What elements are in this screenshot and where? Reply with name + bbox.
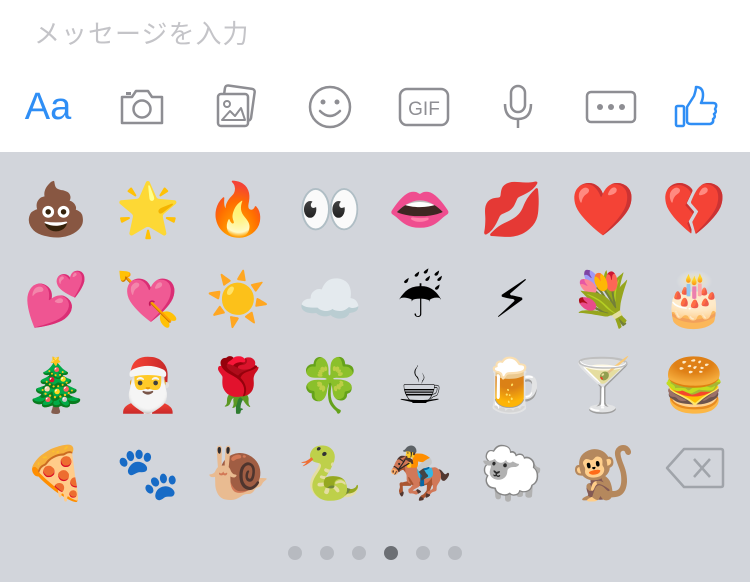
gif-button[interactable]: GIF xyxy=(394,80,454,134)
text-format-icon: Aa xyxy=(24,85,72,128)
emoji-key-eyes[interactable]: 👀 xyxy=(290,170,370,250)
emoji-keyboard: 💩 🌟 🔥 👀 👄 💋 ❤️ 💔 💕 💘 ☀️ ☁️ ☔ ⚡ 💐 🎂 🎄 🎅 🌹 🍀 ☕ 🍺 🍸 🍔 🍕 🐾 🐌 🐍 🏇 🐑 🐒 xyxy=(0,152,750,582)
emoji-key-mouth[interactable]: 👄 xyxy=(380,170,460,250)
message-input[interactable]: メッセージを入力 xyxy=(0,0,750,62)
emoji-key-cocktail-glass[interactable]: 🍸 xyxy=(563,346,643,426)
emoji-key-christmas-tree[interactable]: 🎄 xyxy=(16,346,96,426)
emoji-key-snake[interactable]: 🐍 xyxy=(290,434,370,514)
smiley-icon xyxy=(308,85,352,129)
emoji-key-glowing-star[interactable]: 🌟 xyxy=(108,170,188,250)
emoji-key-hamburger[interactable]: 🍔 xyxy=(654,346,734,426)
text-format-button[interactable]: Aa xyxy=(20,80,76,134)
photo-gallery-icon xyxy=(216,84,256,128)
camera-button[interactable] xyxy=(114,80,170,134)
composer-toolbar: Aa GIF xyxy=(0,62,750,152)
thumbs-up-icon xyxy=(674,85,718,128)
sticker-button[interactable] xyxy=(302,80,358,134)
emoji-key-rose[interactable]: 🌹 xyxy=(198,346,278,426)
page-dot[interactable] xyxy=(416,546,430,560)
emoji-key-snail[interactable]: 🐌 xyxy=(198,434,278,514)
gif-label: GIF xyxy=(408,99,440,120)
emoji-key-four-leaf-clover[interactable]: 🍀 xyxy=(290,346,370,426)
emoji-key-pile-of-poo[interactable]: 💩 xyxy=(16,170,96,250)
emoji-key-broken-heart[interactable]: 💔 xyxy=(654,170,734,250)
emoji-key-hot-beverage[interactable]: ☕ xyxy=(380,346,460,426)
emoji-key-santa-claus[interactable]: 🎅 xyxy=(108,346,188,426)
emoji-key-umbrella-with-rain[interactable]: ☔ xyxy=(380,260,460,340)
microphone-icon xyxy=(503,84,533,128)
gif-icon: GIF xyxy=(398,87,450,127)
emoji-key-ewe[interactable]: 🐑 xyxy=(472,434,552,514)
more-button[interactable] xyxy=(582,80,640,134)
backspace-key[interactable] xyxy=(664,446,726,494)
emoji-key-high-voltage[interactable]: ⚡ xyxy=(472,260,552,340)
emoji-key-pizza[interactable]: 🍕 xyxy=(16,434,96,514)
emoji-key-monkey[interactable]: 🐒 xyxy=(563,434,643,514)
more-icon xyxy=(585,90,637,124)
emoji-key-horse-racing[interactable]: 🏇 xyxy=(380,434,460,514)
backspace-icon xyxy=(665,447,725,489)
emoji-key-kiss-mark[interactable]: 💋 xyxy=(472,170,552,250)
photo-gallery-button[interactable] xyxy=(208,80,264,134)
emoji-key-sun[interactable]: ☀️ xyxy=(198,260,278,340)
page-dot[interactable] xyxy=(352,546,366,560)
message-input-placeholder: メッセージを入力 xyxy=(34,20,250,50)
emoji-key-red-heart[interactable]: ❤️ xyxy=(563,170,643,250)
emoji-key-cloud[interactable]: ☁️ xyxy=(290,260,370,340)
emoji-key-two-hearts[interactable]: 💕 xyxy=(16,260,96,340)
camera-icon xyxy=(120,89,164,125)
emoji-key-bouquet[interactable]: 💐 xyxy=(563,260,643,340)
emoji-key-fire[interactable]: 🔥 xyxy=(198,170,278,250)
page-dot[interactable] xyxy=(288,546,302,560)
page-dot[interactable] xyxy=(384,546,398,560)
emoji-key-birthday-cake[interactable]: 🎂 xyxy=(654,260,734,340)
emoji-key-heart-with-arrow[interactable]: 💘 xyxy=(108,260,188,340)
emoji-key-paw-prints[interactable]: 🐾 xyxy=(108,434,188,514)
voice-button[interactable] xyxy=(490,80,546,134)
like-button[interactable] xyxy=(670,80,722,134)
page-dot[interactable] xyxy=(448,546,462,560)
page-dot[interactable] xyxy=(320,546,334,560)
page-indicator xyxy=(0,546,750,562)
emoji-key-beer-mug[interactable]: 🍺 xyxy=(472,346,552,426)
